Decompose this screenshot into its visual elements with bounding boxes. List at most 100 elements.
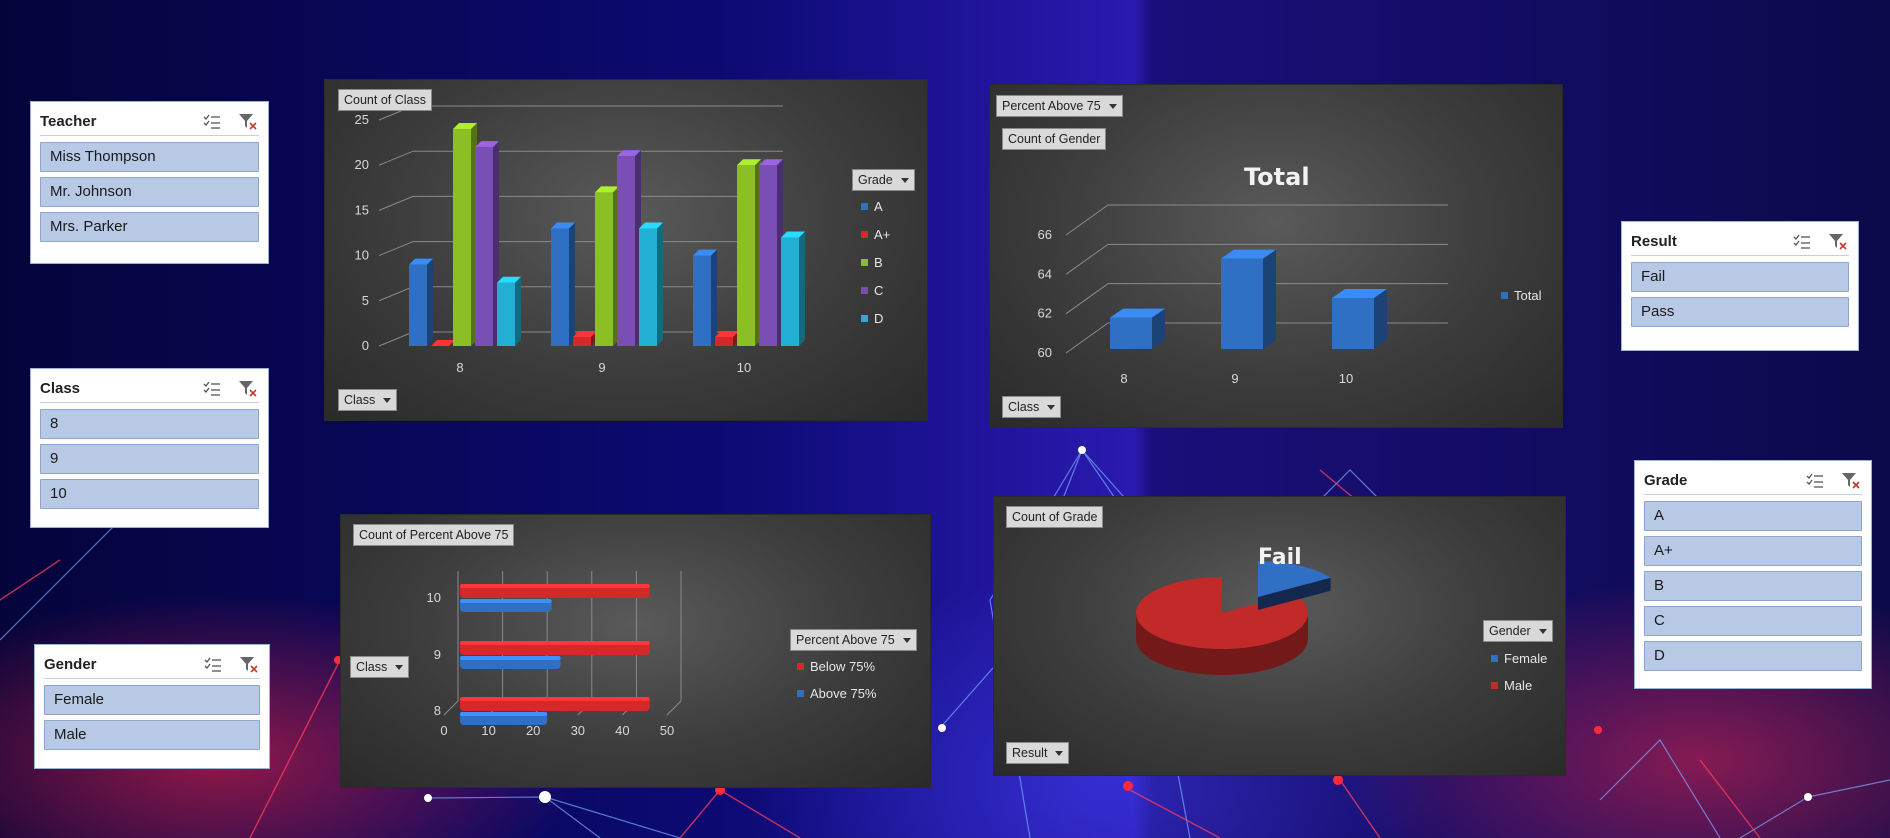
clear-filter-icon[interactable] [1840, 470, 1862, 492]
count-of-class-button[interactable]: Count of Class [338, 89, 432, 111]
class-axis-button[interactable]: Class [350, 656, 410, 678]
legend-item-a: A [861, 199, 883, 214]
bar-top [460, 712, 548, 716]
y-tick-label: 66 [1038, 227, 1052, 242]
dropdown-arrow-icon [902, 637, 911, 643]
count-of-percent-above-75-button[interactable]: Count of Percent Above 75 [353, 524, 515, 546]
chart-title: Total [1244, 163, 1310, 191]
multi-select-icon[interactable] [1791, 231, 1813, 253]
x-tick-label: 30 [571, 723, 585, 738]
gender-legend-button[interactable]: Gender [1483, 620, 1553, 642]
slicer-item-grade-c[interactable]: C [1644, 606, 1862, 636]
percent-above-75-filter-button[interactable]: Percent Above 75 [996, 95, 1123, 117]
slicer-item-pass[interactable]: Pass [1631, 297, 1849, 327]
slicer-item-grade-a-plus[interactable]: A+ [1644, 536, 1862, 566]
slicer-item-miss-thompson[interactable]: Miss Thompson [40, 142, 259, 172]
gridline [378, 286, 783, 302]
bar-B-10 [737, 159, 761, 346]
bar-top [460, 697, 650, 701]
gridline [443, 571, 459, 716]
x-tick-label: 10 [737, 360, 751, 375]
grade-legend-button[interactable]: Grade [852, 169, 915, 191]
slicer-title: Result [1631, 233, 1677, 250]
slicer-item-mr-johnson[interactable]: Mr. Johnson [40, 177, 259, 207]
count-of-gender-button[interactable]: Count of Gender [1002, 128, 1107, 150]
slicer-item-class-8[interactable]: 8 [40, 409, 259, 439]
legend-swatch [797, 663, 804, 670]
percent-above-75-legend-button[interactable]: Percent Above 75 [790, 629, 917, 651]
bar-total-9 [1221, 249, 1276, 349]
dropdown-arrow-icon [1055, 750, 1064, 756]
bar-front [573, 336, 591, 346]
multi-select-icon[interactable] [1804, 470, 1826, 492]
clear-filter-icon[interactable] [1827, 231, 1849, 253]
legend-item-above-75: Above 75% [797, 686, 877, 701]
class-axis-button[interactable]: Class [338, 389, 398, 411]
y-tick-label: 15 [355, 202, 369, 217]
legend-swatch [1491, 655, 1498, 662]
bar-below-75-10 [460, 584, 650, 598]
bar-front [1110, 317, 1152, 349]
x-tick-label: 10 [481, 723, 495, 738]
bar-front [781, 237, 799, 346]
gridline [378, 241, 783, 257]
value-field-label: Count of Grade [1012, 510, 1098, 524]
bar-side [657, 222, 663, 346]
multi-select-icon[interactable] [202, 654, 224, 676]
y-tick-label: 0 [362, 338, 369, 353]
clear-filter-icon[interactable] [237, 378, 259, 400]
count-of-grade-button[interactable]: Count of Grade [1006, 506, 1104, 528]
x-tick-label: 40 [615, 723, 629, 738]
legend-swatch [861, 231, 868, 238]
bar-top [460, 599, 552, 603]
bar-front [693, 255, 711, 346]
slicer-title: Class [40, 380, 81, 397]
result-axis-button[interactable]: Result [1006, 742, 1070, 764]
legend-item-female: Female [1491, 651, 1547, 666]
legend-swatch [1491, 682, 1498, 689]
chart-class-grade[interactable]: 0 5 10 15 20 25 8 9 10 Count of Class Class Grad… [324, 79, 928, 421]
axis-field-label: Class [1008, 400, 1040, 414]
slicer-item-fail[interactable]: Fail [1631, 262, 1849, 292]
x-tick-label: 20 [526, 723, 540, 738]
legend-swatch [861, 315, 868, 322]
bar-front [759, 165, 777, 346]
bar-side [1374, 289, 1387, 349]
legend-label: Male [1504, 678, 1533, 693]
background-network-graphic [0, 446, 1890, 838]
slicer-item-male[interactable]: Male [44, 720, 260, 750]
slicer-item-class-9[interactable]: 9 [40, 444, 259, 474]
chart-grade-pie[interactable]: Count of Grade Fail Result Gender Female… [993, 496, 1566, 776]
legend-label: D [874, 311, 884, 326]
value-field-label: Count of Percent Above 75 [359, 528, 509, 542]
slicer-item-grade-b[interactable]: B [1644, 571, 1862, 601]
class-axis-button[interactable]: Class [1002, 396, 1062, 418]
y-tick-label: 8 [434, 703, 441, 718]
slicer-item-female[interactable]: Female [44, 685, 260, 715]
chart-percent-above[interactable]: 0 10 20 30 40 50 8 9 10 Count of Percent Above 7… [340, 514, 931, 788]
slicer-header: Gender [44, 653, 260, 679]
bar-side [799, 231, 805, 346]
legend-item-male: Male [1491, 678, 1532, 693]
chart-plot-area [1136, 561, 1331, 675]
slicer-item-grade-a[interactable]: A [1644, 501, 1862, 531]
legend-label: Total [1514, 288, 1542, 303]
slicer-item-grade-d[interactable]: D [1644, 641, 1862, 671]
axis-field-label: Class [344, 393, 376, 407]
clear-filter-icon[interactable] [238, 654, 260, 676]
slicer-item-class-10[interactable]: 10 [40, 479, 259, 509]
multi-select-icon[interactable] [201, 378, 223, 400]
clear-filter-icon[interactable] [237, 111, 259, 133]
legend-swatch [1501, 292, 1508, 299]
bar-total-10 [1332, 289, 1387, 349]
bar-front [737, 165, 755, 346]
dropdown-arrow-icon [1538, 628, 1547, 634]
bar-front [453, 129, 471, 346]
bar-B-9 [595, 186, 619, 346]
legend-swatch [861, 287, 868, 294]
bar-side [427, 258, 433, 346]
bar-front [551, 228, 569, 346]
slicer-item-mrs-parker[interactable]: Mrs. Parker [40, 212, 259, 242]
multi-select-icon[interactable] [201, 111, 223, 133]
chart-gender-total[interactable]: 60 62 64 66 8 9 10 Percent Above 75 Count of G… [989, 84, 1563, 428]
